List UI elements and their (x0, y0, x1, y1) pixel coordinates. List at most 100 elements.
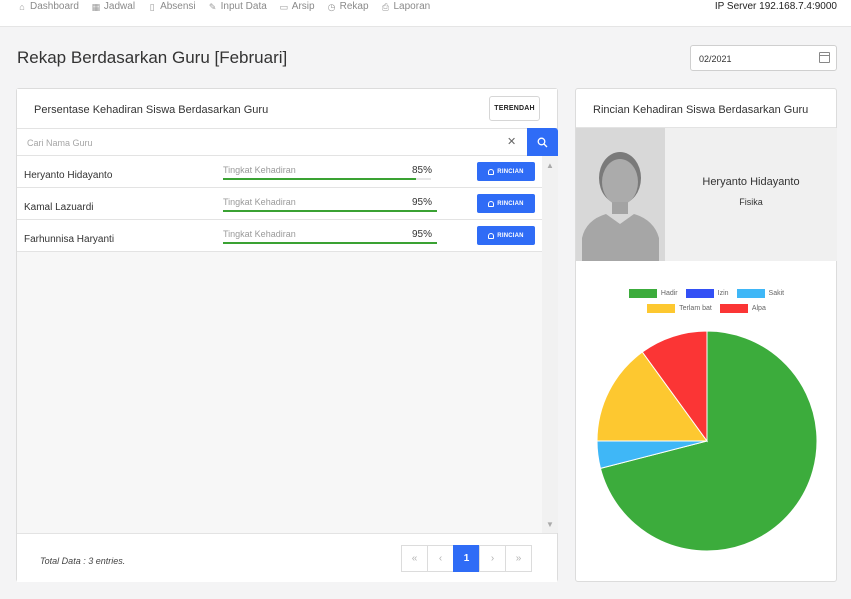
table-row: Farhunnisa Haryanti Tingkat Kehadiran 95… (17, 220, 542, 252)
rincian-label: RINCIAN (497, 232, 524, 239)
attendance-progress-bar (223, 178, 431, 180)
pencil-icon: ✎ (208, 1, 217, 12)
teacher-name: Heryanto Hidayanto (702, 176, 800, 188)
clear-icon[interactable]: ✕ (507, 136, 516, 148)
attendance-percent: 95% (412, 197, 433, 208)
teacher-subject: Fisika (739, 197, 763, 207)
nav-label: Arsip (291, 1, 315, 12)
legend-label: Alpa (751, 305, 766, 312)
user-icon (488, 168, 495, 175)
attendance-progress-bar (223, 242, 438, 244)
user-icon (488, 232, 495, 239)
clock-icon: ◷ (327, 1, 336, 12)
legend-swatch (719, 304, 748, 313)
nav-item-input-data[interactable]: ✎ Input Data (208, 0, 267, 13)
legend-label: Terlam bat (679, 305, 712, 312)
top-navbar: ⌂ Dashboard ▦ Jadwal ▯ Absensi ✎ Input D… (0, 0, 851, 27)
last-page-button[interactable]: » (505, 545, 532, 572)
search-button[interactable] (527, 128, 558, 156)
legend-item-hadir[interactable]: Hadir (628, 289, 678, 298)
scroll-down-icon[interactable]: ▼ (546, 520, 554, 529)
metric-label: Tingkat Kehadiran (223, 165, 296, 175)
panel-header: Persentase Kehadiran Siswa Berdasarkan G… (17, 89, 557, 129)
nav-label: Jadwal (103, 1, 136, 12)
progress-fill (223, 178, 417, 180)
attendance-percentage-panel: Persentase Kehadiran Siswa Berdasarkan G… (16, 88, 558, 582)
progress-fill (223, 210, 438, 212)
clipboard-icon: ▯ (149, 1, 155, 12)
person-silhouette-icon (576, 128, 665, 261)
list-scrollbar[interactable]: ▲ ▼ (542, 156, 558, 533)
panel-title: Persentase Kehadiran Siswa Berdasarkan G… (34, 104, 269, 116)
metric-label: Tingkat Kehadiran (223, 229, 296, 239)
sort-lowest-button[interactable]: TERENDAH (489, 96, 540, 121)
teacher-profile: Heryanto Hidayanto Fisika (576, 128, 837, 261)
chart-legend: Hadir Izin Sakit Terlam bat Alpa (576, 289, 837, 319)
printer-icon: ⎙ (381, 1, 390, 12)
month-picker[interactable]: 02/2021 (690, 45, 837, 71)
calendar-icon[interactable] (819, 52, 830, 63)
attendance-progress-bar (223, 210, 438, 212)
first-page-button[interactable]: « (401, 545, 428, 572)
folder-icon: ▭ (279, 1, 289, 12)
nav-label: Rekap (339, 1, 369, 12)
home-icon: ⌂ (19, 1, 25, 12)
nav-item-dashboard[interactable]: ⌂ Dashboard (17, 0, 79, 13)
search-icon (537, 137, 548, 147)
pagination: « ‹ 1 › » (401, 545, 532, 572)
panel-footer: Total Data : 3 entries. « ‹ 1 › » (17, 533, 557, 582)
scroll-up-icon[interactable]: ▲ (546, 161, 554, 170)
page-title: Rekap Berdasarkan Guru [Februari] (17, 48, 288, 67)
attendance-detail-panel: Rincian Kehadiran Siswa Berdasarkan Guru… (575, 88, 837, 582)
attendance-percent: 95% (412, 229, 433, 240)
attendance-percent: 85% (412, 165, 433, 176)
legend-item-sakit[interactable]: Sakit (736, 289, 785, 298)
teacher-list: Heryanto Hidayanto Tingkat Kehadiran 85%… (17, 156, 542, 252)
rincian-label: RINCIAN (497, 200, 524, 207)
legend-label: Izin (717, 290, 729, 297)
month-picker-value: 02/2021 (699, 54, 732, 64)
legend-swatch (628, 289, 657, 298)
teacher-search-input[interactable] (17, 129, 526, 156)
nav-label: Dashboard (30, 1, 79, 12)
nav-label: Absensi (160, 1, 196, 12)
legend-swatch (736, 289, 765, 298)
legend-item-alpa[interactable]: Alpa (719, 304, 766, 313)
teacher-name: Kamal Lazuardi (24, 202, 94, 213)
progress-fill (223, 242, 438, 244)
page-1-button[interactable]: 1 (453, 545, 480, 572)
user-icon (488, 200, 495, 207)
legend-label: Sakit (768, 290, 785, 297)
attendance-pie-chart (596, 330, 818, 552)
nav-item-absensi[interactable]: ▯ Absensi (147, 0, 196, 13)
table-row: Kamal Lazuardi Tingkat Kehadiran 95% RIN… (17, 188, 542, 220)
legend-swatch (647, 304, 676, 313)
prev-page-button[interactable]: ‹ (427, 545, 454, 572)
main-nav: ⌂ Dashboard ▦ Jadwal ▯ Absensi ✎ Input D… (17, 0, 442, 13)
teacher-name: Heryanto Hidayanto (24, 170, 113, 181)
nav-item-laporan[interactable]: ⎙ Laporan (381, 0, 431, 13)
teacher-name: Farhunnisa Haryanti (24, 234, 115, 245)
table-row: Heryanto Hidayanto Tingkat Kehadiran 85%… (17, 156, 542, 188)
nav-label: Laporan (393, 1, 431, 12)
nav-item-jadwal[interactable]: ▦ Jadwal (91, 0, 135, 13)
nav-item-arsip[interactable]: ▭ Arsip (279, 0, 315, 13)
nav-item-rekap[interactable]: ◷ Rekap (327, 0, 369, 13)
avatar (576, 128, 665, 261)
panel-header: Rincian Kehadiran Siswa Berdasarkan Guru (576, 89, 836, 128)
rincian-label: RINCIAN (497, 168, 524, 175)
rincian-button[interactable]: RINCIAN (477, 162, 535, 181)
metric-label: Tingkat Kehadiran (223, 197, 296, 207)
next-page-button[interactable]: › (479, 545, 506, 572)
rincian-button[interactable]: RINCIAN (477, 194, 535, 213)
total-entries: Total Data : 3 entries. (40, 556, 126, 566)
panel-title: Rincian Kehadiran Siswa Berdasarkan Guru (593, 104, 809, 116)
legend-item-izin[interactable]: Izin (685, 289, 729, 298)
legend-label: Hadir (660, 290, 678, 297)
server-address: IP Server 192.168.7.4:9000 (714, 1, 837, 12)
calendar-icon: ▦ (91, 1, 101, 12)
rincian-button[interactable]: RINCIAN (477, 226, 535, 245)
teacher-search-bar: ✕ (17, 128, 558, 156)
legend-item-terlambat[interactable]: Terlam bat (647, 304, 712, 313)
nav-label: Input Data (220, 1, 267, 12)
